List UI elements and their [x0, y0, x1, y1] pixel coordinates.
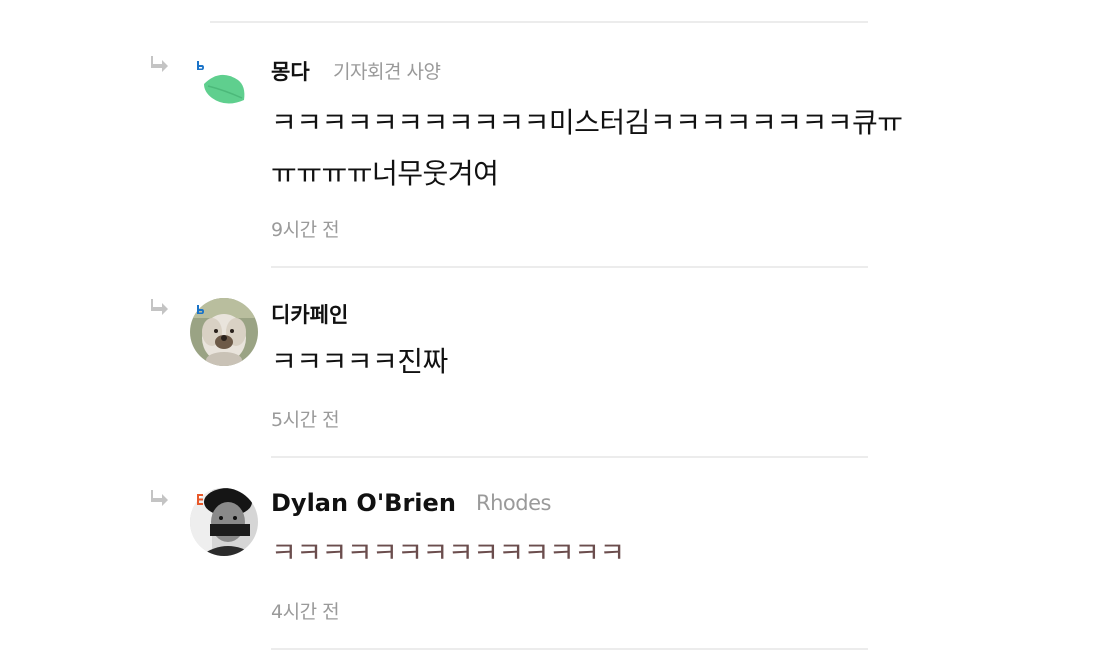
- comment-body-line-2: ㅠㅠㅠㅠ너무웃겨여: [271, 157, 499, 190]
- reply-arrow-icon: [150, 54, 170, 74]
- comment-author[interactable]: 몽다: [271, 56, 310, 86]
- divider: [271, 456, 868, 458]
- blog-badge-icon: [196, 301, 204, 314]
- reply-arrow-icon: [150, 488, 170, 508]
- comment-body-line-1: ㅋㅋㅋㅋㅋㅋㅋㅋㅋㅋㅋㅋㅋㅋ: [271, 536, 625, 569]
- comment-timestamp: 9시간 전: [271, 219, 340, 241]
- comment-timestamp: 4시간 전: [271, 601, 340, 623]
- reply-arrow-icon: [150, 297, 170, 317]
- comment-subtitle: Rhodes: [476, 491, 551, 515]
- comment-timestamp: 5시간 전: [271, 409, 340, 431]
- comment-subtitle: 기자회견 사양: [333, 61, 441, 83]
- comment-body-line-1: ㅋㅋㅋㅋㅋ진짜: [271, 345, 448, 378]
- brunch-badge-icon: [196, 490, 204, 505]
- comment-body-line-1: ㅋㅋㅋㅋㅋㅋㅋㅋㅋㅋㅋ미스터김ㅋㅋㅋㅋㅋㅋㅋㅋ큐ㅠ: [271, 106, 903, 139]
- divider: [271, 266, 868, 268]
- leaf-avatar[interactable]: [190, 52, 258, 120]
- comment-author[interactable]: Dylan O'Brien: [271, 489, 456, 517]
- comment-author[interactable]: 디카페인: [271, 299, 348, 329]
- divider-top: [210, 21, 868, 23]
